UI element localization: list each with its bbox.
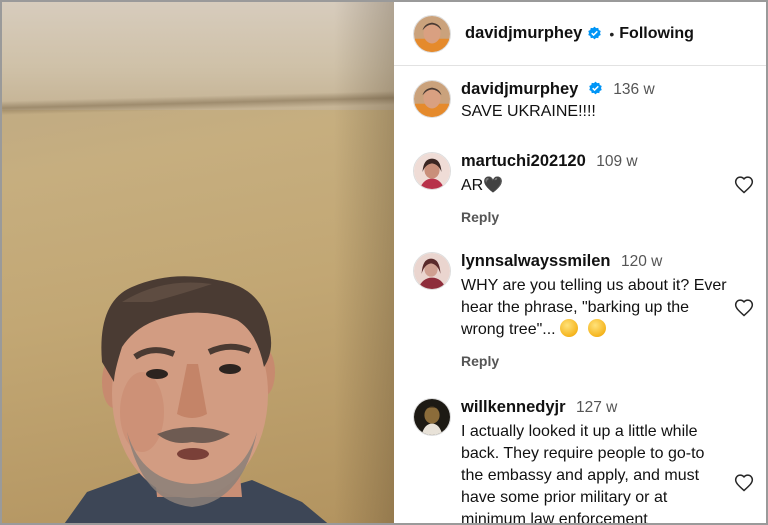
caption: davidjmurphey 136 w SAVE UKRAINE!!!! <box>413 78 758 123</box>
comment-time[interactable]: 120 w <box>621 253 662 270</box>
winking-tongue-emoji-icon <box>587 319 606 337</box>
post-media[interactable] <box>2 2 394 523</box>
comment-item: willkennedyjr 127 w I actually looked it… <box>413 396 758 525</box>
comment-text: AR🖤 <box>461 177 504 194</box>
comment-avatar[interactable] <box>413 252 451 290</box>
comment-item: martuchi202120 109 w AR🖤 Reply <box>413 150 758 225</box>
author-avatar[interactable] <box>413 14 451 53</box>
comment-username[interactable]: willkennedyjr <box>461 398 566 416</box>
comment-username[interactable]: lynnsalwayssmilen <box>461 252 611 270</box>
following-button[interactable]: Following <box>619 25 694 43</box>
screenshot-frame: davidjmurphey • Following davidjmurphey <box>0 0 768 525</box>
like-heart-icon[interactable] <box>734 298 754 318</box>
comment-avatar[interactable] <box>413 152 451 190</box>
like-heart-icon[interactable] <box>734 473 754 493</box>
comments-panel: davidjmurphey • Following davidjmurphey <box>394 2 766 525</box>
reply-button[interactable]: Reply <box>461 209 758 225</box>
comment-text: WHY are you telling us about it? Ever he… <box>461 275 731 341</box>
author-username[interactable]: davidjmurphey <box>465 24 582 43</box>
caption-username[interactable]: davidjmurphey <box>461 80 578 98</box>
comment-username[interactable]: martuchi202120 <box>461 152 586 170</box>
caption-avatar[interactable] <box>413 80 451 118</box>
comment-text: I actually looked it up a little while b… <box>461 423 705 525</box>
separator-dot: • <box>609 25 615 42</box>
comment-item: lynnsalwayssmilen 120 w WHY are you tell… <box>413 250 758 369</box>
verified-badge-icon <box>589 81 602 95</box>
post-header: davidjmurphey • Following <box>394 2 766 66</box>
reply-button[interactable]: Reply <box>461 353 758 369</box>
caption-time[interactable]: 136 w <box>613 81 654 98</box>
rolling-eyes-emoji-icon <box>559 319 578 337</box>
video-person-image <box>64 276 328 523</box>
verified-badge-icon <box>588 26 602 40</box>
caption-text: SAVE UKRAINE!!!! <box>461 103 596 120</box>
comment-avatar[interactable] <box>413 398 451 436</box>
comment-time[interactable]: 109 w <box>596 153 637 170</box>
like-heart-icon[interactable] <box>734 175 754 195</box>
comment-time[interactable]: 127 w <box>576 399 617 416</box>
